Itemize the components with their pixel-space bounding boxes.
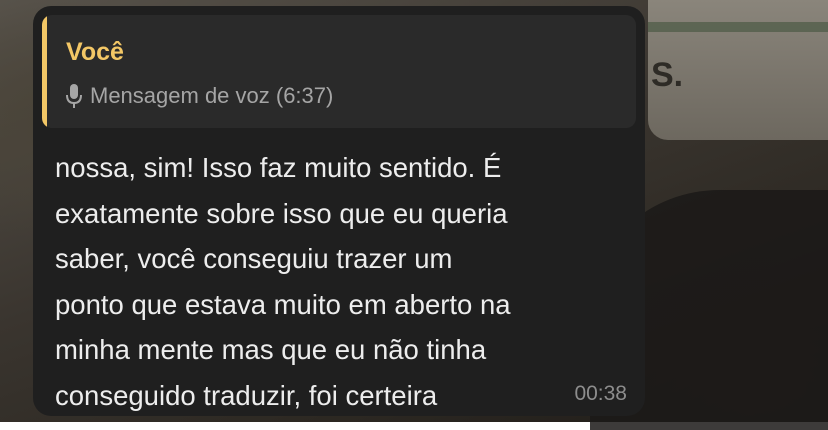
quoted-reply[interactable]: Você Mensagem de voz (6:37) bbox=[42, 15, 636, 128]
message-timestamp: 00:38 bbox=[574, 382, 627, 405]
quote-author: Você bbox=[66, 38, 124, 66]
microphone-icon bbox=[66, 84, 82, 108]
message-text: nossa, sim! Isso faz muito sentido. É ex… bbox=[55, 152, 511, 411]
quote-text: Mensagem de voz (6:37) bbox=[90, 83, 334, 108]
quote-accent-bar bbox=[42, 15, 47, 128]
wallpaper-poster-letter: S. bbox=[651, 56, 684, 94]
message-bubble[interactable]: Você Mensagem de voz (6:37) nossa, sim! … bbox=[33, 6, 645, 416]
wallpaper-poster-stripe bbox=[648, 22, 828, 32]
quote-content: Mensagem de voz (6:37) bbox=[64, 83, 333, 109]
